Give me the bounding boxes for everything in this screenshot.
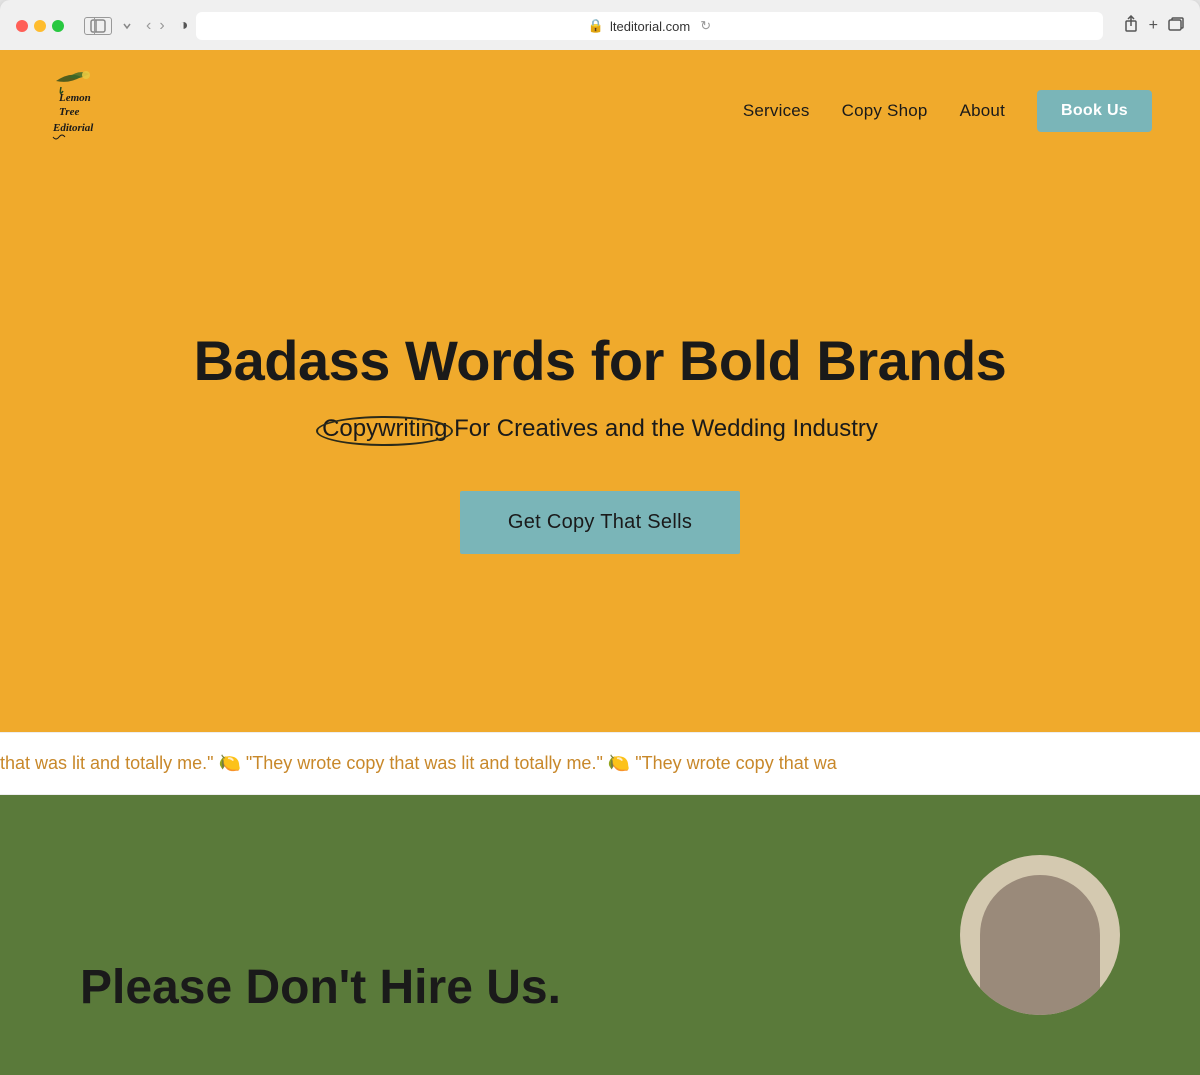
- new-tab-icon[interactable]: +: [1149, 17, 1158, 35]
- nav-links: Services Copy Shop About Book Us: [743, 90, 1152, 132]
- svg-text:Lemon: Lemon: [58, 92, 91, 104]
- hero-subtitle-rest: For Creatives and the Wedding Industry: [447, 415, 877, 442]
- hero-section: Badass Words for Bold Brands Copywriting…: [0, 172, 1200, 732]
- svg-text:Tree: Tree: [59, 106, 79, 118]
- person-silhouette: [980, 875, 1100, 1015]
- person-photo: [960, 855, 1120, 1015]
- hero-title: Badass Words for Bold Brands: [194, 330, 1007, 392]
- traffic-lights: [16, 20, 64, 32]
- nav-about[interactable]: About: [960, 101, 1005, 121]
- svg-text:Editorial: Editorial: [52, 122, 94, 134]
- windows-icon[interactable]: [1168, 17, 1184, 36]
- website-content: Lemon Tree Editorial Services Copy Shop …: [0, 50, 1200, 1075]
- chevron-down-icon: [122, 21, 132, 31]
- hero-subtitle-highlight: Copywriting: [322, 415, 447, 443]
- green-section-title: Please Don't Hire Us.: [80, 962, 561, 1015]
- close-button[interactable]: [16, 20, 28, 32]
- titlebar: ‹ › ◑ 🔒 lteditorial.com ↻ +: [16, 12, 1184, 50]
- ticker-bar: that was lit and totally me." 🍋 "They wr…: [0, 732, 1200, 795]
- logo-svg: Lemon Tree Editorial: [51, 69, 136, 154]
- reload-icon[interactable]: ↻: [700, 18, 711, 34]
- maximize-button[interactable]: [52, 20, 64, 32]
- green-section: Please Don't Hire Us.: [0, 795, 1200, 1075]
- hero-subtitle: Copywriting For Creatives and the Weddin…: [322, 415, 878, 443]
- url-text: lteditorial.com: [610, 19, 690, 34]
- logo-area: Lemon Tree Editorial: [48, 66, 138, 156]
- site-navigation: Lemon Tree Editorial Services Copy Shop …: [0, 50, 1200, 172]
- theme-icon: ◑: [179, 17, 189, 35]
- back-button[interactable]: ‹: [144, 17, 153, 35]
- nav-services[interactable]: Services: [743, 101, 810, 121]
- nav-arrows: ‹ ›: [144, 17, 167, 35]
- book-us-button[interactable]: Book Us: [1037, 90, 1152, 132]
- nav-copy-shop[interactable]: Copy Shop: [842, 101, 928, 121]
- logo: Lemon Tree Editorial: [48, 66, 138, 156]
- minimize-button[interactable]: [34, 20, 46, 32]
- browser-actions: +: [1123, 15, 1184, 38]
- lock-icon: 🔒: [588, 18, 604, 34]
- green-section-content: Please Don't Hire Us.: [80, 962, 561, 1015]
- forward-button[interactable]: ›: [157, 17, 166, 35]
- share-icon[interactable]: [1123, 15, 1139, 38]
- ticker-text: that was lit and totally me." 🍋 "They wr…: [0, 753, 1200, 774]
- browser-controls: [84, 17, 132, 35]
- sidebar-toggle-button[interactable]: [84, 17, 112, 35]
- cta-button[interactable]: Get Copy That Sells: [460, 491, 740, 554]
- browser-window: ‹ › ◑ 🔒 lteditorial.com ↻ +: [0, 0, 1200, 50]
- address-bar[interactable]: 🔒 lteditorial.com ↻: [196, 12, 1102, 40]
- address-bar-container: ◑ 🔒 lteditorial.com ↻: [179, 12, 1103, 40]
